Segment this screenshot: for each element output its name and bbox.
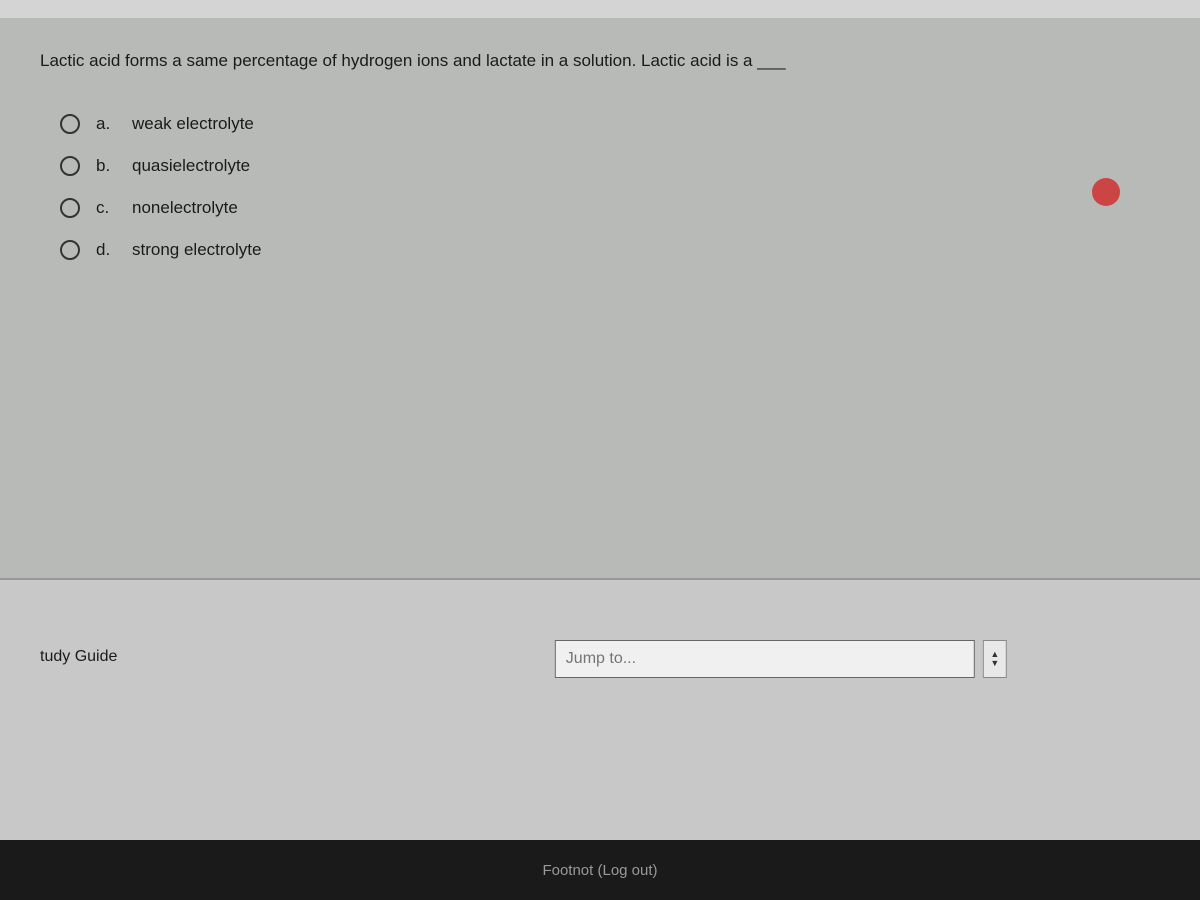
option-a-text: weak electrolyte (132, 114, 254, 134)
main-content: Lactic acid forms a same percentage of h… (0, 18, 1200, 578)
radio-d[interactable] (60, 240, 80, 260)
footer-bar: Footnot (Log out) (0, 840, 1200, 900)
option-b-row[interactable]: b. quasielectrolyte (60, 156, 1160, 176)
top-bar (0, 0, 1200, 18)
footer-text: Footnot (Log out) (542, 862, 657, 879)
jump-to-container: ▲ ▼ (555, 640, 1007, 678)
arrow-down-icon: ▼ (990, 659, 999, 668)
option-c-letter: c. (96, 198, 116, 218)
radio-c[interactable] (60, 198, 80, 218)
jump-to-input[interactable] (555, 640, 975, 678)
study-guide-label: tudy Guide (40, 648, 117, 666)
option-d-letter: d. (96, 240, 116, 260)
option-d-row[interactable]: d. strong electrolyte (60, 240, 1160, 260)
option-a-letter: a. (96, 114, 116, 134)
option-a-row[interactable]: a. weak electrolyte (60, 114, 1160, 134)
options-container: a. weak electrolyte b. quasielectrolyte … (60, 114, 1160, 260)
option-b-letter: b. (96, 156, 116, 176)
option-c-row[interactable]: c. nonelectrolyte (60, 198, 1160, 218)
radio-a[interactable] (60, 114, 80, 134)
bottom-area: tudy Guide ▲ ▼ (0, 580, 1200, 800)
question-text: Lactic acid forms a same percentage of h… (40, 48, 1160, 74)
red-dot-indicator (1092, 178, 1120, 206)
option-c-text: nonelectrolyte (132, 198, 238, 218)
option-d-text: strong electrolyte (132, 240, 261, 260)
radio-b[interactable] (60, 156, 80, 176)
option-b-text: quasielectrolyte (132, 156, 250, 176)
jump-to-arrows[interactable]: ▲ ▼ (983, 640, 1007, 678)
page-wrapper: Lactic acid forms a same percentage of h… (0, 0, 1200, 900)
